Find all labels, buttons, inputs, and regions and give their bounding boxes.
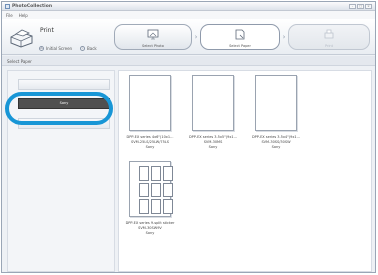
sticker-cell	[139, 166, 149, 181]
sticker-cell	[163, 166, 173, 181]
menu-help[interactable]: Help	[19, 13, 28, 18]
paper-thumbnail	[255, 75, 297, 131]
window-controls: – □ ×	[349, 4, 372, 9]
sticker-cell	[151, 166, 161, 181]
step-arrow-icon: ›	[282, 33, 286, 41]
sticker-cell	[139, 182, 149, 198]
paper-name: DPP-EX series 9-split sticker	[125, 221, 175, 225]
highlight-callout-ring	[5, 92, 113, 125]
section-header: Select Paper	[2, 56, 375, 66]
step-select-photo-label: Select Photo	[142, 44, 164, 48]
step-select-photo[interactable]: Select Photo	[114, 24, 192, 50]
back-button[interactable]: ‹ Back	[80, 46, 97, 51]
app-window: PhotoCollection – □ × File Help Print ⌂ …	[1, 1, 376, 273]
menu-bar: File Help	[2, 11, 375, 19]
step-arrow-icon: ›	[194, 33, 198, 41]
step-navigation: Select Photo › Select Paper › Print	[114, 24, 372, 52]
home-icon: ⌂	[39, 46, 44, 51]
sticker-cell	[151, 182, 161, 198]
sticker-cell	[163, 182, 173, 198]
paper-code: SVM-30SW9V	[138, 226, 162, 230]
paper-name: DPP-EX series 3.5x5"(9x1...	[188, 135, 237, 139]
paper-maker: Sony	[208, 145, 218, 149]
paper-code: SVM-30SS/30SW	[261, 140, 291, 144]
sticker-cell	[139, 199, 149, 214]
paper-selection-area: DPP-EX series 4x6"(10x1... SVM-25LS/25LW…	[118, 70, 372, 272]
app-logo-icon	[5, 4, 10, 9]
step-print-label: Print	[324, 44, 334, 48]
initial-screen-label: Initial Screen	[46, 46, 73, 51]
minimize-button[interactable]: –	[349, 4, 356, 9]
paper-thumbnail	[129, 75, 171, 131]
window-title: PhotoCollection	[12, 4, 53, 9]
paper-thumbnail-sticker	[129, 161, 173, 217]
printer-icon	[10, 29, 33, 48]
step-select-paper[interactable]: Select Paper	[200, 24, 280, 50]
sticker-cell	[163, 199, 173, 214]
printer-small-icon	[324, 29, 334, 39]
print-mode-title: Print	[40, 27, 54, 34]
maximize-button[interactable]: □	[357, 4, 364, 9]
paper-maker: Sony	[271, 145, 281, 149]
paper-icon	[235, 29, 245, 40]
menu-file[interactable]: File	[6, 13, 13, 18]
maker-button-1[interactable]	[18, 79, 110, 90]
title-bar: PhotoCollection – □ ×	[2, 2, 375, 11]
paper-name: DPP-EX series 3.5x4"(9x1...	[251, 135, 300, 139]
close-button[interactable]: ×	[365, 4, 372, 9]
back-label: Back	[87, 46, 97, 51]
sticker-cell	[151, 199, 161, 214]
initial-screen-button[interactable]: ⌂ Initial Screen	[39, 46, 72, 51]
back-arrow-icon: ‹	[80, 46, 85, 51]
paper-thumbnail	[192, 75, 234, 131]
paper-maker: Sony	[145, 145, 155, 149]
toolbar: Print ⌂ Initial Screen ‹ Back Select Pho…	[2, 19, 375, 55]
step-select-paper-label: Select Paper	[229, 44, 251, 48]
paper-maker: Sony	[145, 231, 155, 235]
paper-name: DPP-EX series 4x6"(10x1...	[126, 135, 174, 139]
section-title: Select Paper	[7, 59, 32, 64]
photo-frame-icon	[147, 29, 159, 40]
paper-code: SVM-25LS/25LW/75LS	[130, 140, 170, 144]
step-print: Print	[288, 24, 370, 50]
sticker-grid	[139, 166, 173, 214]
paper-code: SVM-30MS	[203, 140, 223, 144]
